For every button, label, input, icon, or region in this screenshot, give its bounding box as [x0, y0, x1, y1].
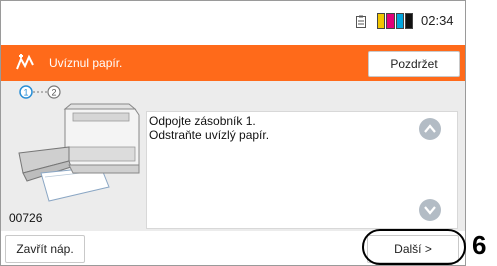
hold-button[interactable]: Pozdržet: [368, 51, 460, 77]
message-line-2: Odstraňte uvízlý papír.: [149, 128, 270, 142]
chevron-down-icon: [424, 206, 436, 215]
message-box: Odpojte zásobník 1. Odstraňte uvízlý pap…: [146, 111, 458, 229]
toner-swatch-0: [377, 13, 386, 29]
printer-illustration: [18, 103, 140, 202]
alert-title: Uvíznul papír.: [49, 56, 123, 70]
callout-ring: [362, 229, 466, 265]
alert-header: Uvíznul papír. Pozdržet: [1, 45, 465, 81]
scroll-down-button[interactable]: [419, 199, 441, 221]
toner-swatch-1: [386, 13, 395, 29]
callout-number: 6: [472, 230, 487, 260]
step-current: 1: [23, 88, 28, 98]
step-total: 2: [51, 88, 56, 98]
close-help-button[interactable]: Zavřít náp.: [5, 235, 85, 263]
toner-swatch-3: [404, 13, 413, 29]
status-bar: 02:34: [1, 1, 465, 42]
clock-time: 02:34: [421, 13, 454, 28]
message-line-1: Odpojte zásobník 1.: [149, 114, 256, 128]
instruction-area: 1 2 00726 Odpojte zásobník 1. Odstraňte …: [1, 81, 465, 231]
clipboard-icon: [356, 15, 366, 28]
paper-jam-icon: [16, 54, 34, 70]
printer-panel-screen: 02:34 Uvíznul papír. Pozdržet 1 2 00726 …: [0, 0, 466, 266]
toner-swatch-2: [395, 13, 404, 29]
error-code: 00726: [9, 211, 43, 225]
scroll-up-button[interactable]: [419, 118, 441, 140]
step-indicator: 1 2: [19, 85, 61, 99]
toner-levels-icon: [377, 13, 413, 29]
chevron-up-icon: [424, 124, 436, 133]
